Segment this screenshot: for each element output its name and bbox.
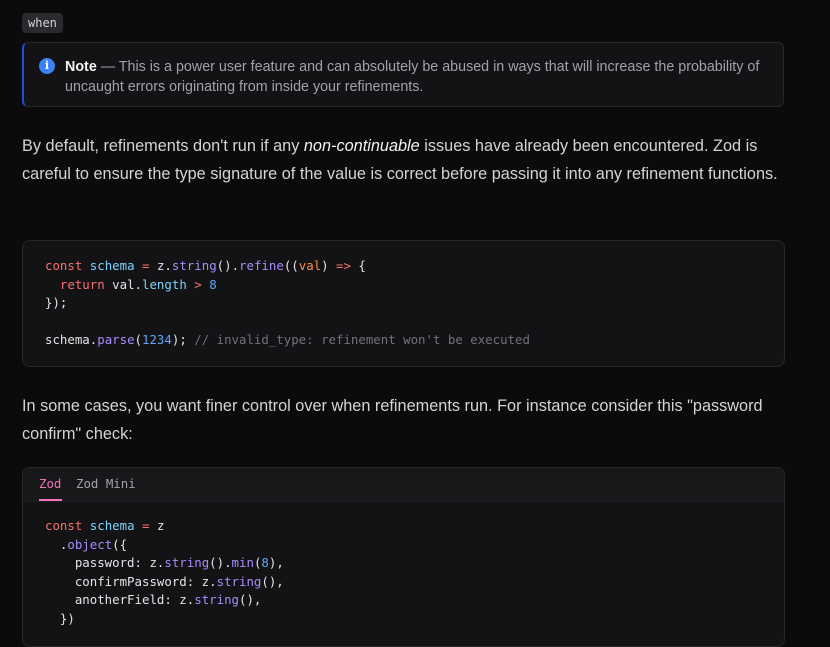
code-content-zod: const schema = z .object({ password: z.s…: [45, 518, 284, 626]
active-tab-indicator: [39, 499, 62, 501]
code-block-tabs: Zod Zod Mini const schema = z .object({ …: [22, 467, 785, 647]
code-content: const schema = z.string().refine((val) =…: [45, 258, 530, 347]
note-label: Note: [65, 59, 97, 75]
info-icon: i: [39, 58, 55, 74]
tab-zod[interactable]: Zod: [39, 476, 61, 491]
note-text: Note — This is a power user feature and …: [65, 59, 760, 95]
paragraph-finer-control: In some cases, you want finer control ov…: [22, 397, 763, 443]
emphasis-non-continuable: non-continuable: [303, 137, 420, 155]
code-tabs: Zod Zod Mini: [23, 468, 784, 502]
code-block-refine: const schema = z.string().refine((val) =…: [22, 240, 785, 367]
inline-code-when: when: [22, 13, 63, 33]
tab-zod-mini[interactable]: Zod Mini: [76, 476, 136, 491]
paragraph-default-refinements: By default, refinements don't run if any…: [22, 137, 778, 183]
note-callout: i Note — This is a power user feature an…: [22, 42, 784, 107]
note-body: This is a power user feature and can abs…: [65, 59, 760, 95]
